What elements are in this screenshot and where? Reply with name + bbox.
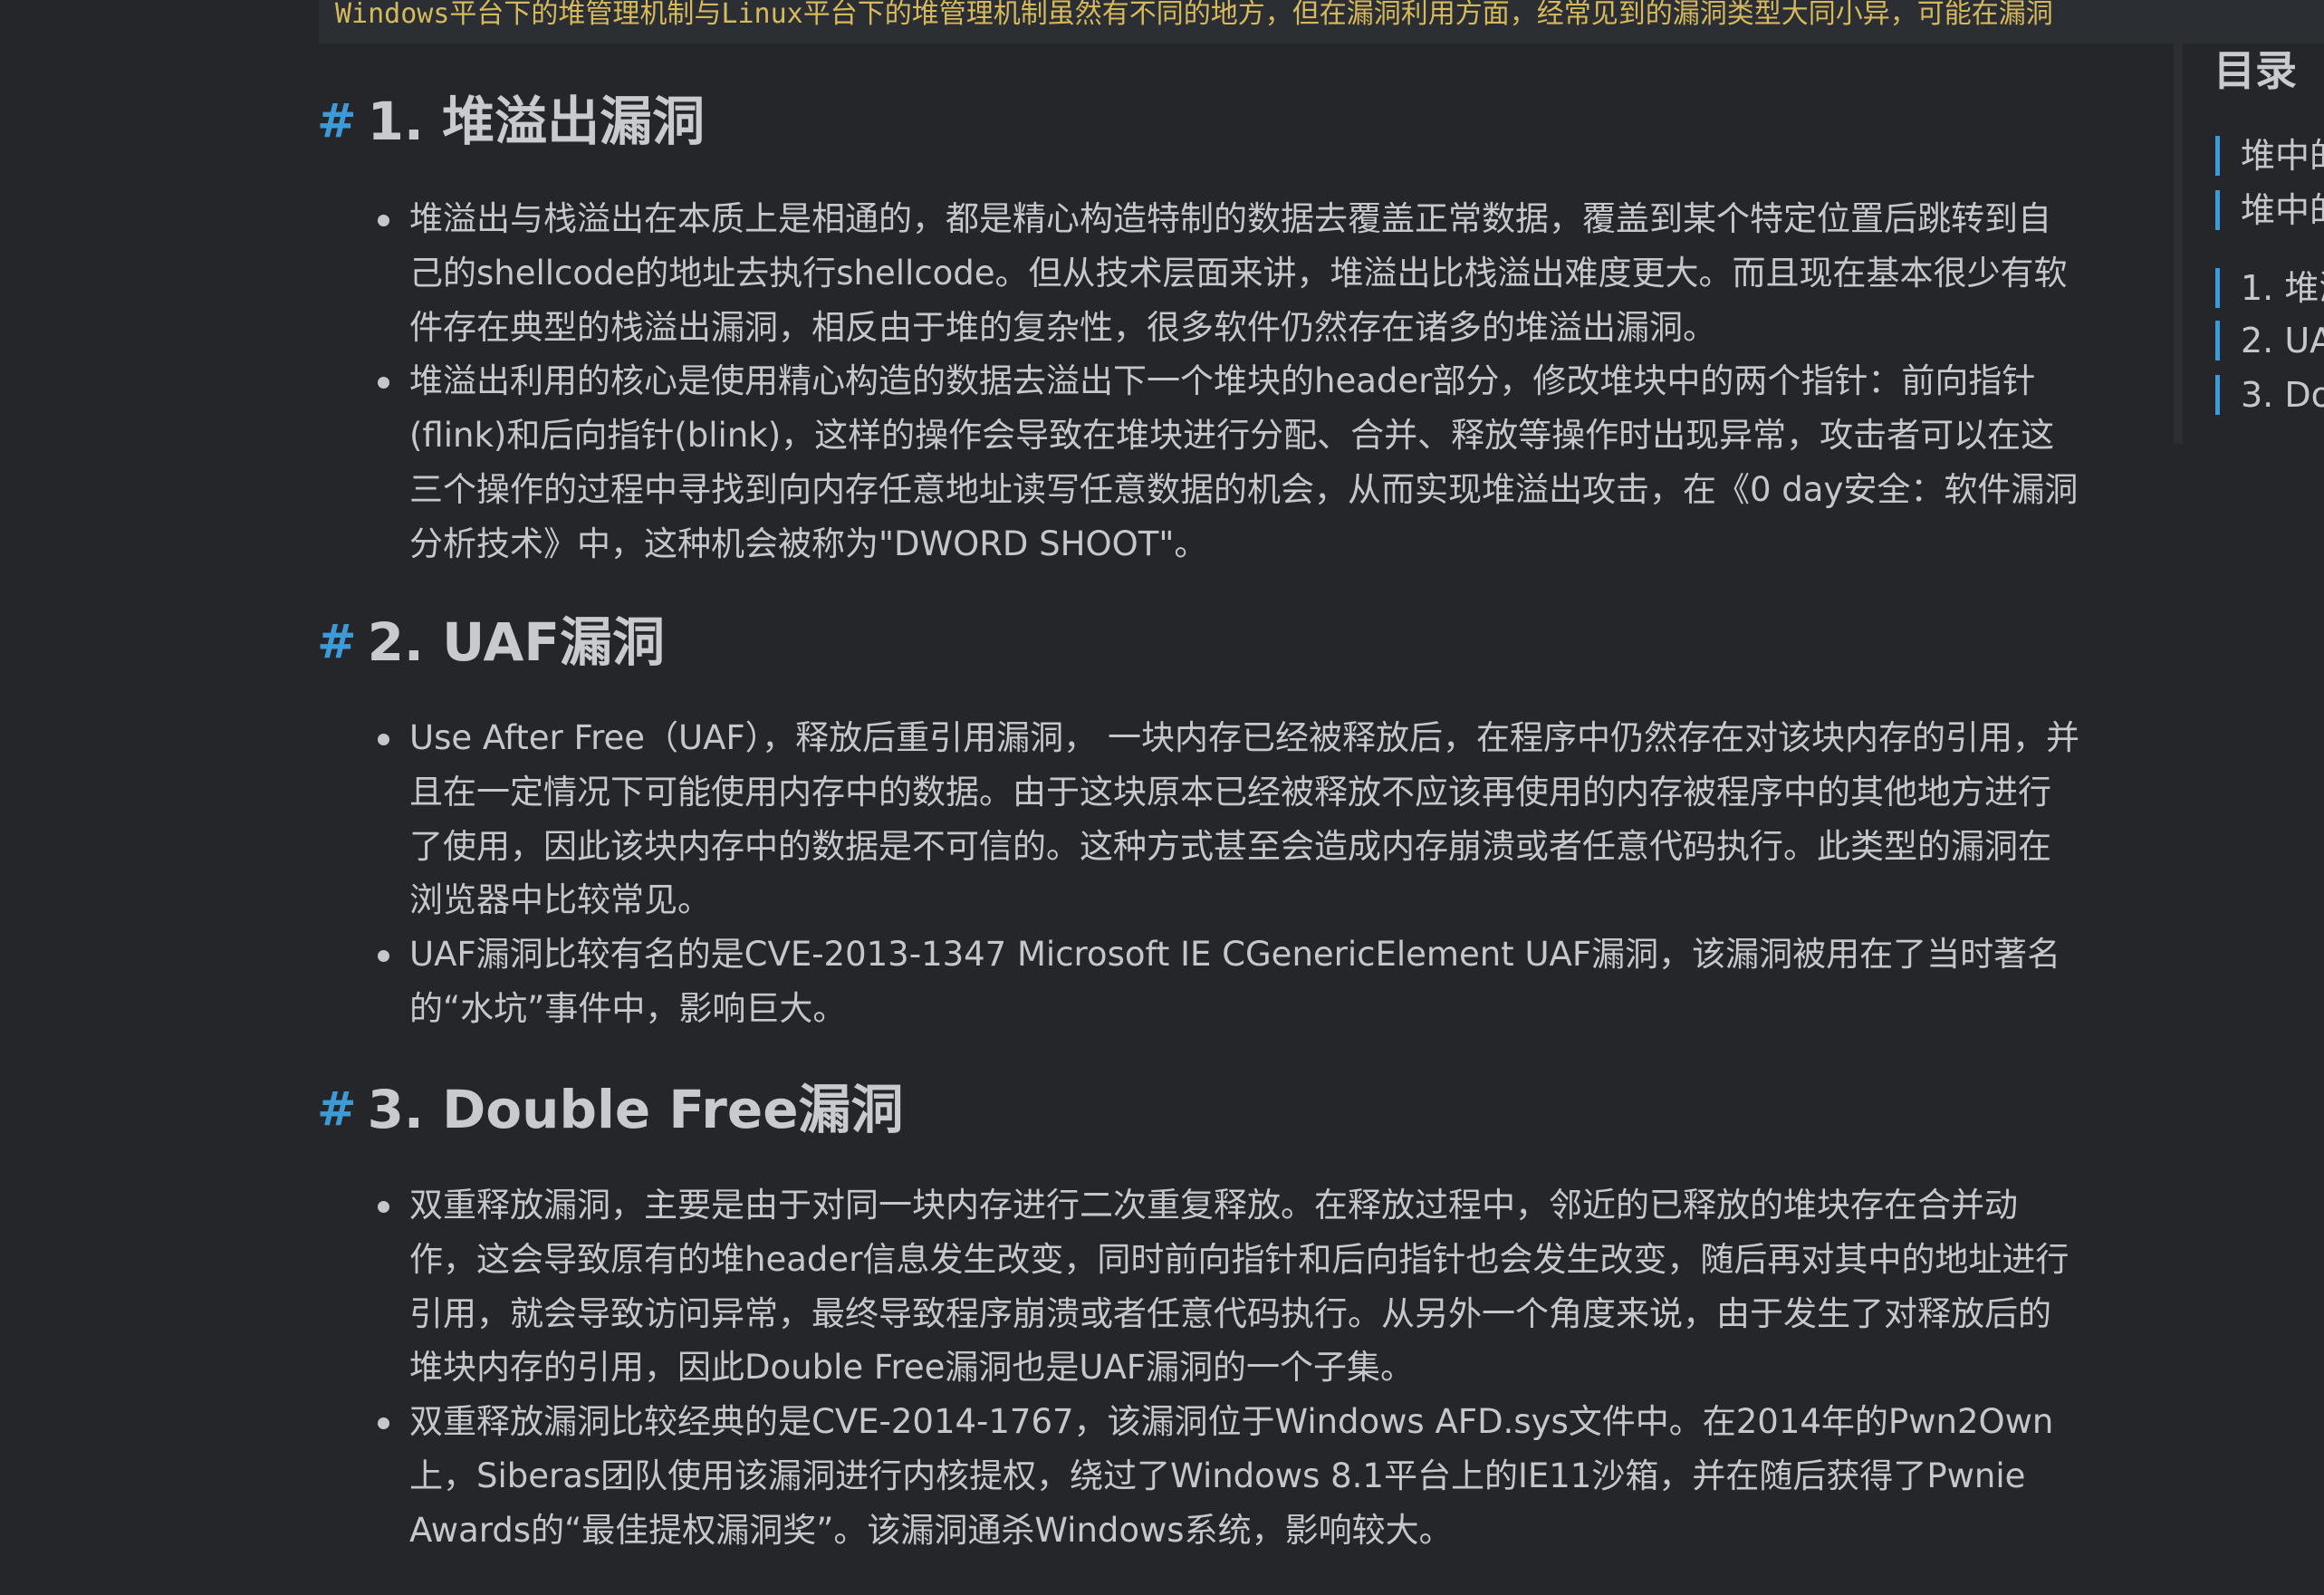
list-item: 堆溢出利用的核心是使用精心构造的数据去溢出下一个堆块的header部分，修改堆块… xyxy=(317,354,2083,571)
toc-item-label: 1. 堆溢 xyxy=(2241,268,2324,308)
bullet-list: Use After Free（UAF），释放后重引用漏洞， 一块内存已经被释放后… xyxy=(317,711,2128,1036)
list-item-text: 双重释放漏洞，主要是由于对同一块内存进行二次重复释放。在释放过程中，邻近的已释放… xyxy=(409,1186,2070,1388)
toc-item-marker xyxy=(2215,268,2220,308)
list-item: 堆溢出与栈溢出在本质上是相通的，都是精心构造特制的数据去覆盖正常数据，覆盖到某个… xyxy=(317,192,2083,354)
bullet-dot xyxy=(378,950,389,963)
toc-item-label: 3. Do xyxy=(2241,375,2324,415)
list-item-text: 堆溢出利用的核心是使用精心构造的数据去溢出下一个堆块的header部分，修改堆块… xyxy=(409,361,2079,563)
section-heading: #1. 堆溢出漏洞 xyxy=(317,83,705,159)
toc-item-label: 堆中的 xyxy=(2241,136,2324,176)
bullet-dot xyxy=(378,215,389,226)
bullet-dot xyxy=(378,1201,389,1213)
toc-title: 目录 xyxy=(2214,46,2297,95)
list-item: Use After Free（UAF），释放后重引用漏洞， 一块内存已经被释放后… xyxy=(317,711,2083,927)
toc-item-marker xyxy=(2215,321,2220,360)
toc-item-label: 2. UA xyxy=(2241,321,2324,360)
bullet-list: 堆溢出与栈溢出在本质上是相通的，都是精心构造特制的数据去覆盖正常数据，覆盖到某个… xyxy=(317,192,2128,572)
bullet-dot xyxy=(378,1417,389,1430)
code-block-tail: Windows平台下的堆管理机制与Linux平台下的堆管理机制虽然有不同的地方，… xyxy=(319,0,2324,43)
list-item-text: Use After Free（UAF），释放后重引用漏洞， 一块内存已经被释放后… xyxy=(409,718,2079,920)
table-of-contents: 目录 堆中的 堆中的 1. 堆溢 2. UA 3. Do xyxy=(2174,0,2324,1595)
list-item: UAF漏洞比较有名的是CVE-2013-1347 Microsoft IE CG… xyxy=(317,927,2083,1036)
heading-text: 2. UAF漏洞 xyxy=(367,611,665,673)
bullet-dot xyxy=(378,734,389,745)
code-line: Windows平台下的堆管理机制与Linux平台下的堆管理机制虽然有不同的地方，… xyxy=(335,0,2053,30)
bullet-dot xyxy=(378,377,389,389)
heading-text: 1. 堆溢出漏洞 xyxy=(367,91,706,152)
section-heading: #3. Double Free漏洞 xyxy=(317,1071,904,1148)
section-heading: #2. UAF漏洞 xyxy=(317,604,665,680)
list-item-text: 双重释放漏洞比较经典的是CVE-2014-1767，该漏洞位于Windows A… xyxy=(409,1402,2054,1550)
list-item: 双重释放漏洞，主要是由于对同一块内存进行二次重复释放。在释放过程中，邻近的已释放… xyxy=(317,1178,2083,1395)
heading-anchor-link[interactable]: # xyxy=(317,83,357,159)
list-item-text: 堆溢出与栈溢出在本质上是相通的，都是精心构造特制的数据去覆盖正常数据，覆盖到某个… xyxy=(409,199,2068,347)
toc-item-marker xyxy=(2215,190,2220,230)
heading-anchor-link[interactable]: # xyxy=(317,604,357,680)
list-item-text: UAF漏洞比较有名的是CVE-2013-1347 Microsoft IE CG… xyxy=(409,935,2061,1028)
heading-anchor-link[interactable]: # xyxy=(317,1071,357,1148)
toc-item-marker xyxy=(2215,375,2220,415)
heading-text: 3. Double Free漏洞 xyxy=(367,1079,904,1140)
bullet-list: 双重释放漏洞，主要是由于对同一块内存进行二次重复释放。在释放过程中，邻近的已释放… xyxy=(317,1178,2128,1558)
list-item: 双重释放漏洞比较经典的是CVE-2014-1767，该漏洞位于Windows A… xyxy=(317,1395,2083,1557)
toc-item-marker xyxy=(2215,136,2220,176)
toc-scrollbar[interactable] xyxy=(2174,36,2183,444)
toc-item-label: 堆中的 xyxy=(2241,190,2324,230)
